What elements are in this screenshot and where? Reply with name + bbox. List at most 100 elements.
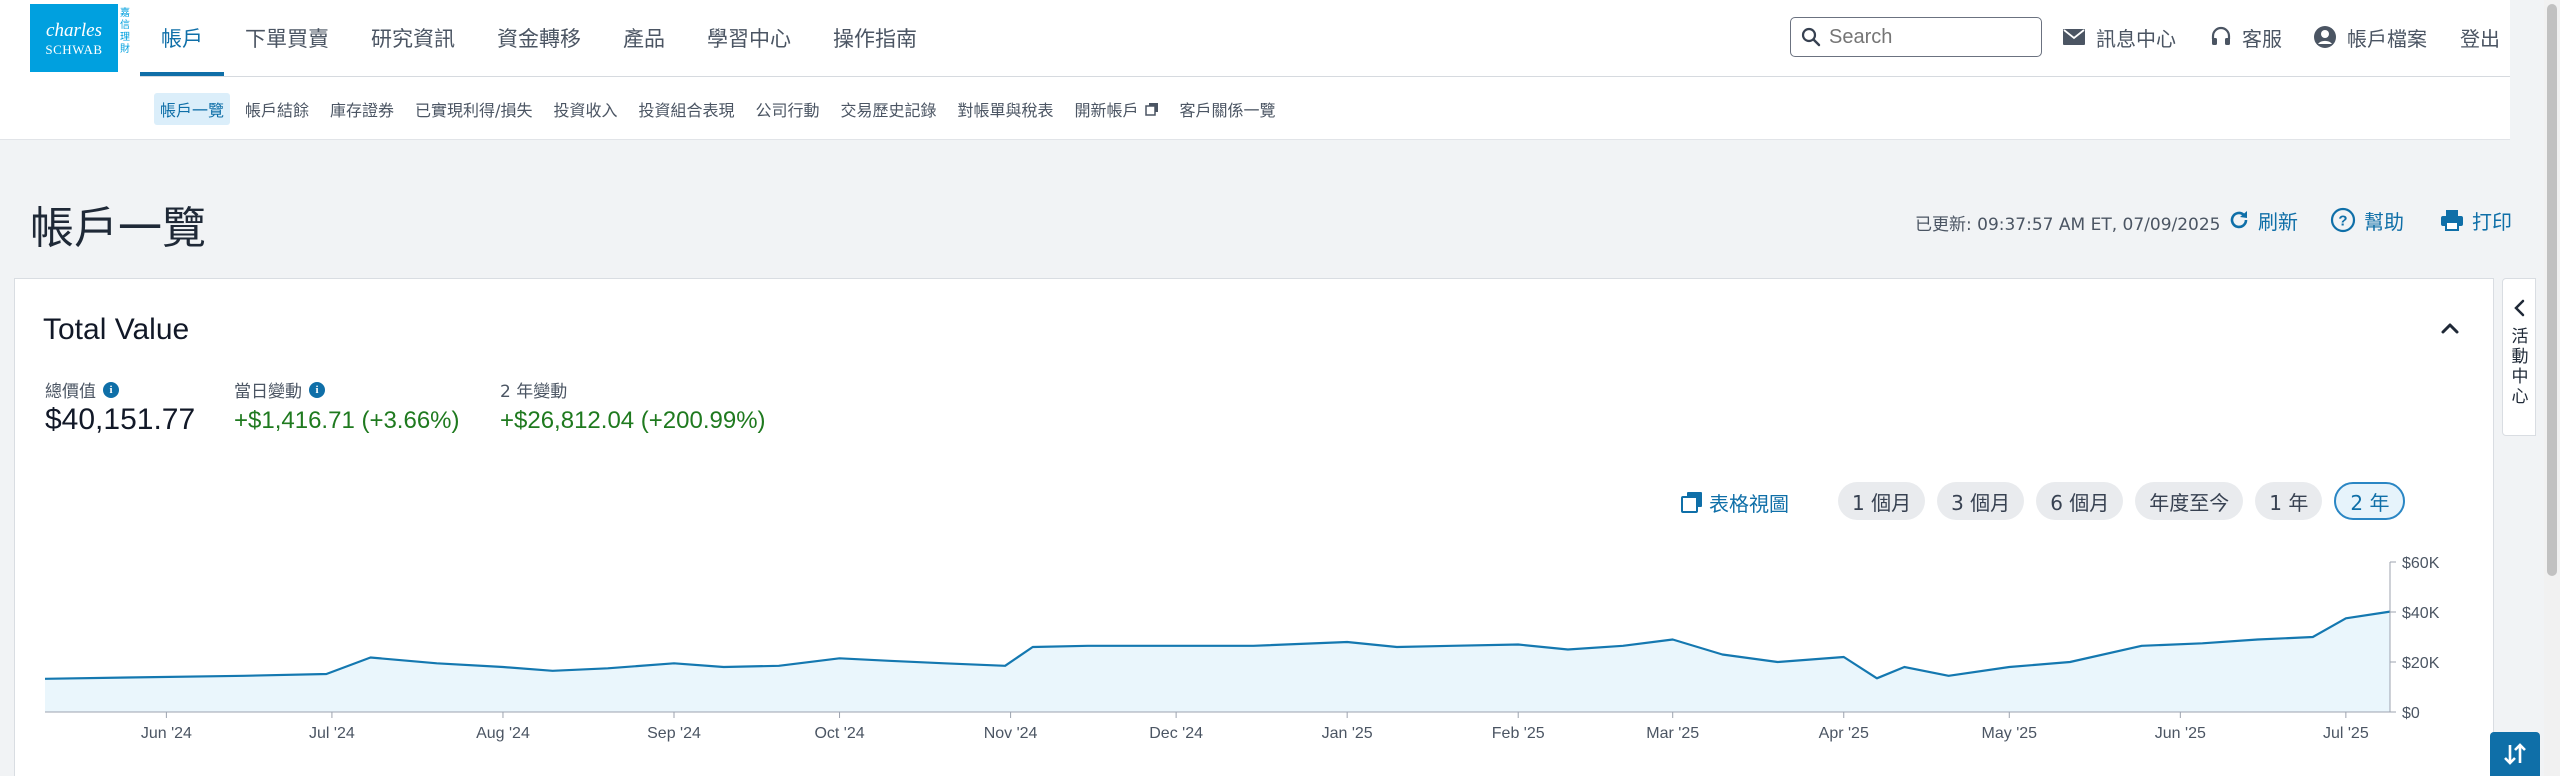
day-change-label: 當日變動 [234, 382, 302, 402]
total-value-label: 總價值 [45, 382, 96, 402]
nav-products[interactable]: 產品 [602, 0, 686, 76]
table-view-label: 表格視圖 [1709, 491, 1789, 516]
range-2y[interactable]: 2 年 [2334, 482, 2406, 520]
chart-x-tick-label: Jan '25 [1322, 725, 1373, 742]
range-ytd[interactable]: 年度至今 [2135, 482, 2244, 520]
range-1m[interactable]: 1 個月 [1838, 482, 1926, 520]
day-change-value: +$1,416.71 (+3.66%) [234, 407, 460, 434]
mail-icon [2063, 29, 2085, 45]
subnav-realized-gain-loss[interactable]: 已實現利得/損失 [409, 93, 538, 125]
sort-arrows-icon [2504, 743, 2526, 765]
help-label: 幫助 [2364, 209, 2404, 234]
period-change-label: 2 年變動 [500, 382, 568, 402]
nav-research[interactable]: 研究資訊 [350, 0, 476, 76]
scrollbar-thumb[interactable] [2547, 4, 2557, 576]
range-3m[interactable]: 3 個月 [1937, 482, 2025, 520]
chart-x-tick-label: Feb '25 [1492, 725, 1545, 742]
subnav-open-account-label: 開新帳戶 [1074, 101, 1139, 120]
card-title: Total Value [43, 313, 190, 346]
search-input[interactable] [1829, 25, 2019, 49]
chart-x-tick-label: Apr '25 [1819, 725, 1869, 742]
subnav-summary[interactable]: 帳戶一覽 [154, 93, 231, 125]
profile-link[interactable]: 帳戶檔案 [2313, 17, 2427, 57]
info-icon[interactable]: i [103, 381, 119, 398]
chart-y-tick-label: $20K [2402, 655, 2440, 672]
sub-nav: 帳戶一覽 帳戶結餘 庫存證券 已實現利得/損失 投資收入 投資組合表現 公司行動… [154, 93, 1291, 125]
chart-x-tick-label: Jul '25 [2323, 725, 2369, 742]
subnav-transaction-history[interactable]: 交易歷史記錄 [835, 93, 943, 125]
nav-learning[interactable]: 學習中心 [686, 0, 812, 76]
user-icon [2314, 26, 2336, 48]
logo-line1: charles [46, 19, 102, 41]
logout-label: 登出 [2460, 26, 2500, 51]
chart-y-tick-label: $60K [2402, 555, 2440, 572]
sort-float-button[interactable] [2490, 732, 2540, 776]
total-value: $40,151.77 [45, 403, 196, 436]
nav-trade[interactable]: 下單買賣 [224, 0, 350, 76]
top-header: charles SCHWAB 嘉信理財 帳戶 下單買賣 研究資訊 資金轉移 產品… [0, 0, 2510, 140]
chart-area-fill [45, 611, 2390, 712]
headset-icon [2211, 26, 2231, 45]
chart-x-tick-label: Sep '24 [647, 725, 701, 742]
print-button[interactable]: 打印 [2440, 205, 2512, 235]
print-icon [2441, 210, 2463, 231]
day-change-label-row: 當日變動 i [234, 377, 325, 402]
refresh-button[interactable]: 刷新 [2228, 205, 2298, 235]
help-icon: ? [2330, 207, 2356, 233]
page-title: 帳戶一覽 [30, 203, 206, 254]
period-change-label-row: 2 年變動 [500, 377, 567, 402]
chart-x-tick-label: Mar '25 [1646, 725, 1699, 742]
range-1y[interactable]: 1 年 [2255, 482, 2323, 520]
main-nav: 帳戶 下單買賣 研究資訊 資金轉移 產品 學習中心 操作指南 [140, 0, 938, 76]
subnav-client-relationship[interactable]: 客戶關係一覽 [1174, 93, 1282, 125]
print-label: 打印 [2472, 209, 2512, 234]
chart-x-tick-label: Jul '24 [309, 725, 355, 742]
subnav-statements-tax[interactable]: 對帳單與稅表 [952, 93, 1060, 125]
chart-x-tick-label: Jun '25 [2155, 725, 2206, 742]
subnav-open-account[interactable]: 開新帳戶 [1069, 93, 1165, 125]
chevron-up-icon[interactable] [2435, 313, 2465, 343]
logo-line2: SCHWAB [45, 41, 103, 57]
chart-x-tick-label: Dec '24 [1149, 725, 1203, 742]
time-range-selector: 1 個月 3 個月 6 個月 年度至今 1 年 2 年 [1838, 482, 2417, 520]
logout-link[interactable]: 登出 [2460, 17, 2500, 57]
messages-label: 訊息中心 [2096, 26, 2176, 51]
support-label: 客服 [2242, 26, 2282, 51]
search-box[interactable] [1790, 17, 2042, 57]
chart-x-tick-label: Jun '24 [141, 725, 192, 742]
nav-accounts[interactable]: 帳戶 [140, 0, 224, 76]
total-value-label-row: 總價值 i [45, 377, 119, 402]
nav-guide[interactable]: 操作指南 [812, 0, 938, 76]
info-icon[interactable]: i [309, 381, 325, 398]
total-value-card: Total Value 總價值 i $40,151.77 當日變動 i +$1,… [14, 278, 2494, 776]
subnav-portfolio-performance[interactable]: 投資組合表現 [632, 93, 740, 125]
table-view-link[interactable]: 表格視圖 [1681, 487, 1789, 517]
period-change-value: +$26,812.04 (+200.99%) [500, 407, 766, 434]
page-scrollbar[interactable] [2544, 0, 2560, 776]
logo-side-text: 嘉信理財 [120, 8, 130, 55]
activity-center-label: 活動中心 [2511, 327, 2529, 407]
external-window-icon [1144, 103, 1158, 116]
total-value-chart[interactable]: Jun '24 Jul '24 Aug '24 Sep '24 Oct '24 Nov '… [15, 547, 2493, 775]
activity-center-tab[interactable]: 活動中心 [2502, 278, 2536, 436]
support-link[interactable]: 客服 [2210, 17, 2282, 57]
refresh-icon [2230, 211, 2248, 229]
svg-text:?: ? [2338, 213, 2347, 230]
subnav-positions[interactable]: 庫存證券 [324, 93, 400, 125]
subnav-investment-income[interactable]: 投資收入 [547, 93, 623, 125]
range-6m[interactable]: 6 個月 [2036, 482, 2124, 520]
search-icon [1801, 27, 1821, 47]
profile-label: 帳戶檔案 [2347, 26, 2427, 51]
chart-y-tick-label: $40K [2402, 605, 2440, 622]
nav-transfer[interactable]: 資金轉移 [476, 0, 602, 76]
header-bottom-border [0, 139, 2510, 140]
chart-x-tick-label: Aug '24 [476, 725, 530, 742]
messages-link[interactable]: 訊息中心 [2062, 17, 2176, 57]
chevron-left-icon [2514, 299, 2525, 317]
refresh-label: 刷新 [2258, 209, 2298, 234]
schwab-logo[interactable]: charles SCHWAB [30, 4, 118, 72]
subnav-balances[interactable]: 帳戶結餘 [239, 93, 315, 125]
chart-x-tick-label: May '25 [1982, 725, 2038, 742]
subnav-corporate-actions[interactable]: 公司行動 [749, 93, 825, 125]
help-button[interactable]: ? 幫助 [2330, 205, 2404, 235]
